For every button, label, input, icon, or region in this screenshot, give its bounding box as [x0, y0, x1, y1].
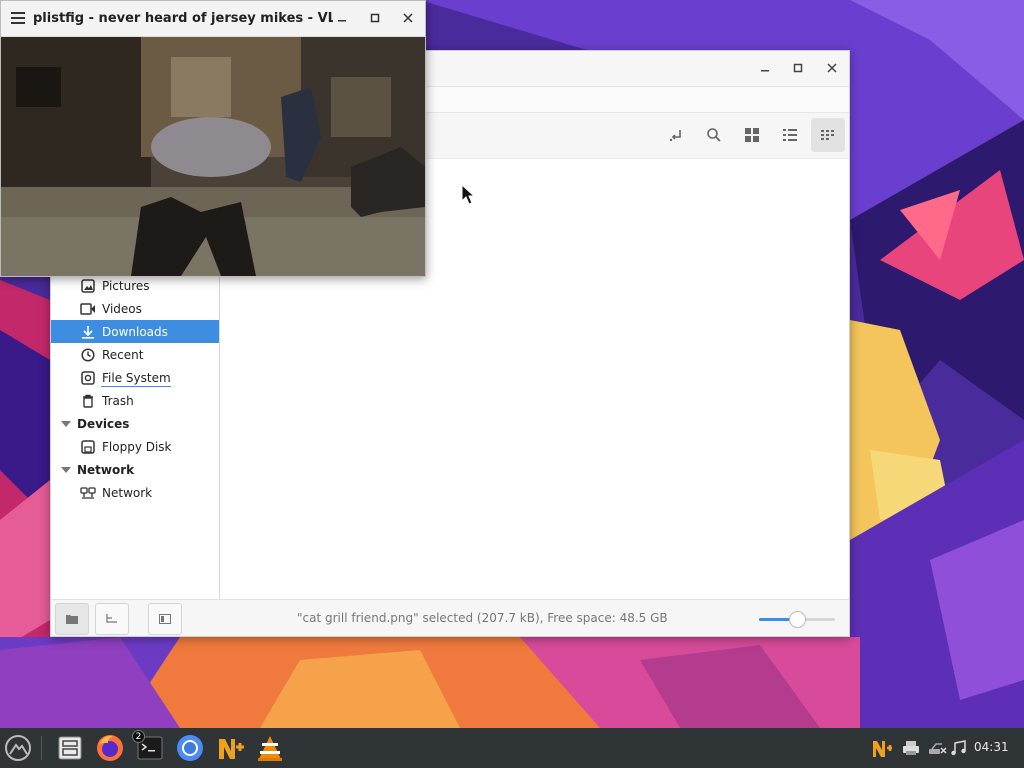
compact-view-icon — [821, 130, 834, 140]
icon-view-icon — [745, 128, 759, 142]
expander-icon — [61, 466, 71, 473]
taskbar-vlc[interactable] — [252, 730, 288, 766]
sidebar-item-file-system[interactable]: File System — [51, 366, 219, 389]
places-toggle-button[interactable] — [55, 603, 89, 635]
sidebar-item-label: File System — [102, 370, 171, 385]
taskbar-separator — [41, 736, 42, 760]
printer-icon — [903, 741, 919, 755]
close-icon — [827, 63, 837, 73]
mouse-cursor — [461, 183, 476, 209]
sidebar-item-label: Recent — [102, 347, 144, 362]
nplus-app-icon — [219, 739, 244, 759]
tree-icon — [106, 614, 117, 623]
vlc-maximize-button[interactable] — [364, 9, 386, 29]
minimize-icon — [761, 70, 769, 72]
compact-view-button[interactable] — [811, 118, 845, 152]
terminal-window-count-badge: 2 — [132, 730, 145, 743]
minimize-button[interactable] — [754, 59, 776, 79]
expander-icon — [61, 420, 71, 427]
pictures-icon — [80, 278, 96, 294]
vlc-window: plistfig - never heard of jersey mikes -… — [0, 0, 426, 277]
icon-view-button[interactable] — [735, 118, 769, 152]
vlc-titlebar[interactable]: plistfig - never heard of jersey mikes -… — [1, 1, 425, 37]
zoom-slider-handle[interactable] — [789, 611, 806, 628]
open-location-icon — [669, 130, 681, 142]
list-view-button[interactable] — [773, 118, 807, 152]
maximize-icon — [370, 13, 380, 23]
search-icon — [707, 128, 721, 142]
video-frame[interactable] — [1, 37, 425, 276]
close-button[interactable] — [821, 59, 843, 79]
chromium-icon — [177, 735, 203, 761]
file-system-usage-bar — [101, 386, 171, 387]
sidebar-item-network[interactable]: Network — [51, 481, 219, 504]
maximize-button[interactable] — [787, 59, 809, 79]
vlc-title: plistfig - never heard of jersey mikes -… — [33, 11, 333, 26]
sidebar-header-label: Network — [77, 462, 135, 477]
tree-toggle-button[interactable] — [95, 603, 129, 635]
start-menu-icon — [5, 735, 31, 761]
firefox-icon — [97, 735, 123, 761]
sidebar-icon — [159, 614, 171, 624]
sidebar-item-label: Pictures — [102, 278, 150, 293]
taskbar: 2 04:31 — [0, 728, 1024, 768]
trash-icon — [80, 393, 96, 409]
taskbar-nplus-app[interactable] — [212, 730, 248, 766]
taskbar-chromium[interactable] — [172, 730, 208, 766]
minimize-icon — [338, 20, 346, 22]
clock[interactable]: 04:31 — [974, 740, 1009, 754]
sidebar-item-floppy-disk[interactable]: Floppy Disk — [51, 435, 219, 458]
status-bar: "cat grill friend.png" selected (207.7 k… — [51, 599, 849, 636]
start-menu-button[interactable] — [0, 730, 36, 766]
sidebar-header-label: Devices — [77, 416, 130, 431]
sidebar-toggle-button[interactable] — [148, 603, 182, 635]
sidebar-item-label: Downloads — [102, 324, 168, 339]
videos-icon — [80, 301, 96, 317]
sidebar-item-videos[interactable]: Videos — [51, 297, 219, 320]
sidebar-item-trash[interactable]: Trash — [51, 389, 219, 412]
zoom-slider[interactable] — [759, 611, 835, 628]
sidebar-header-network[interactable]: Network — [51, 458, 219, 481]
tray-network[interactable] — [928, 738, 948, 758]
vlc-icon — [258, 736, 282, 761]
sidebar-header-devices[interactable]: Devices — [51, 412, 219, 435]
sidebar-item-label: Network — [102, 485, 153, 500]
vlc-minimize-button[interactable] — [331, 9, 353, 29]
file-manager-icon — [58, 736, 82, 760]
sidebar-item-label: Videos — [102, 301, 142, 316]
volume-music-icon — [951, 740, 966, 756]
taskbar-firefox[interactable] — [92, 730, 128, 766]
sidebar-item-downloads[interactable]: Downloads — [51, 320, 219, 343]
hamburger-menu-icon[interactable] — [11, 12, 25, 27]
status-text: "cat grill friend.png" selected (207.7 k… — [297, 611, 668, 625]
taskbar-file-manager[interactable] — [52, 730, 88, 766]
drive-icon — [80, 370, 96, 386]
vlc-close-button[interactable] — [397, 9, 419, 29]
search-button[interactable] — [697, 118, 731, 152]
tray-volume[interactable] — [949, 738, 969, 758]
network-disconnected-icon — [929, 743, 947, 754]
recent-icon — [80, 347, 96, 363]
close-icon — [403, 13, 413, 23]
tray-nplus[interactable] — [872, 738, 892, 758]
sidebar-item-recent[interactable]: Recent — [51, 343, 219, 366]
list-view-icon — [783, 129, 797, 141]
nplus-tray-icon — [873, 741, 892, 757]
downloads-icon — [80, 324, 96, 340]
tray-printer[interactable] — [901, 738, 921, 758]
sidebar-item-label: Trash — [102, 393, 134, 408]
folder-icon — [66, 615, 78, 624]
maximize-icon — [793, 63, 803, 73]
sidebar-item-pictures[interactable]: Pictures — [51, 274, 219, 297]
network-icon — [80, 485, 96, 501]
floppy-icon — [80, 439, 96, 455]
sidebar-item-label: Floppy Disk — [102, 439, 172, 454]
open-location-button[interactable] — [659, 118, 693, 152]
